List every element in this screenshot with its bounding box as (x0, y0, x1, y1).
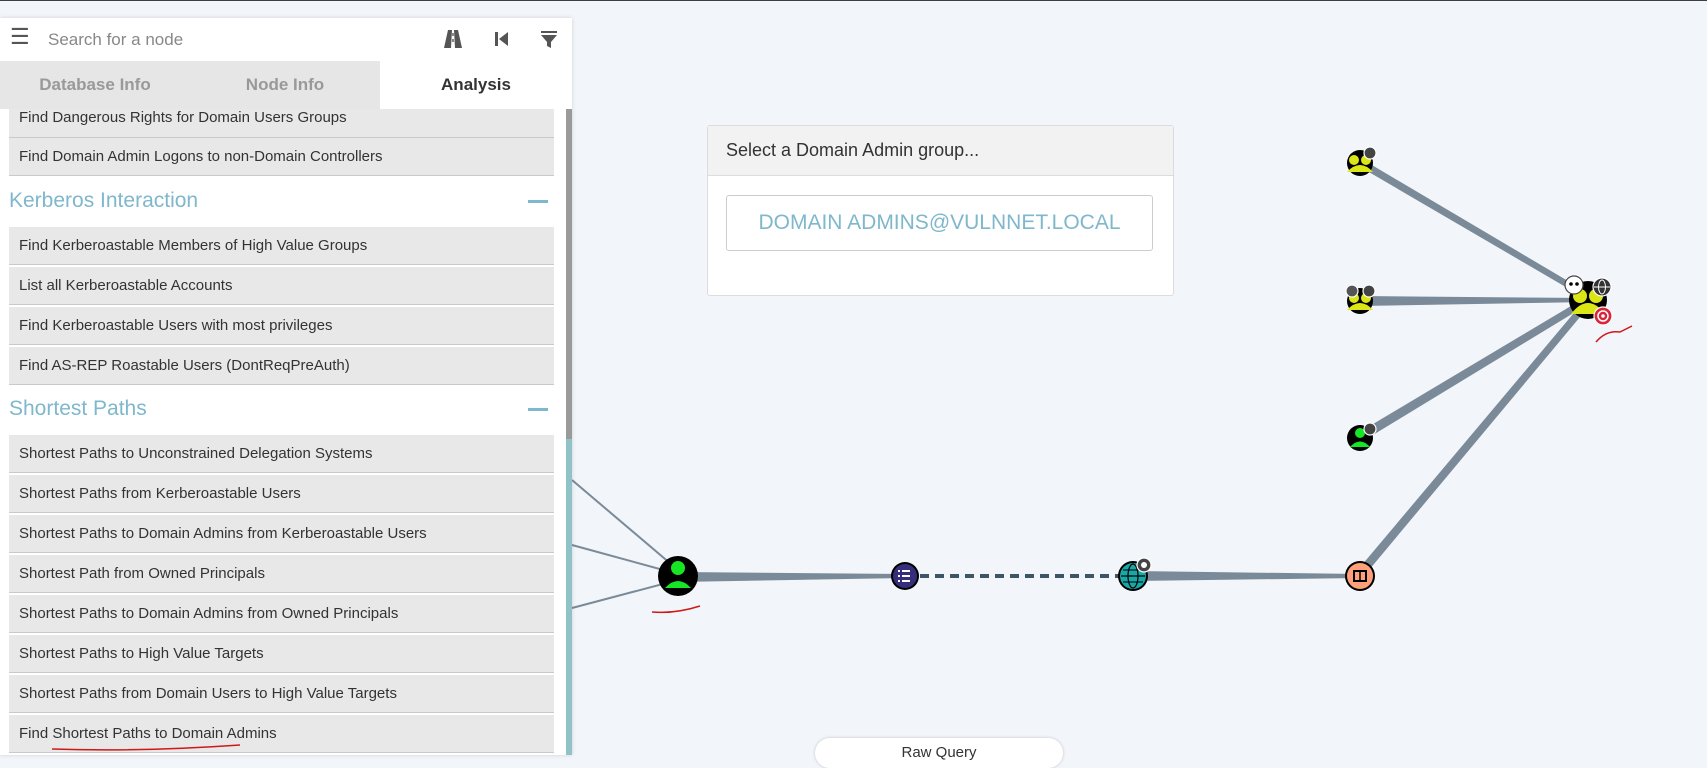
target-annotation-mark (1595, 325, 1633, 343)
selector-title: Select a Domain Admin group... (708, 126, 1173, 176)
query-item[interactable]: Shortest Paths from Kerberoastable Users (9, 475, 554, 513)
back-icon[interactable] (488, 25, 514, 53)
graph-node-group-1[interactable] (1347, 146, 1377, 176)
raw-query-button[interactable]: Raw Query (815, 738, 1063, 768)
search-bar: ☰ (0, 18, 572, 61)
graph-edge-incoming (571, 479, 679, 571)
section-title-shortest-paths[interactable]: Shortest Paths (9, 394, 147, 424)
analysis-query-list: Find Dangerous Rights for Domain Users G… (0, 109, 562, 755)
query-item-dangerous-rights[interactable]: Find Dangerous Rights for Domain Users G… (9, 109, 554, 138)
graph-edge-group2-da (1360, 296, 1588, 306)
owned-annotation-underline (651, 605, 701, 614)
tab-analysis[interactable]: Analysis (380, 61, 572, 109)
scrollbar-thumb[interactable] (566, 109, 572, 439)
search-panel: ☰ Database Info Node Info Analysis Find … (0, 18, 572, 755)
query-item[interactable]: Shortest Path from Owned Principals (9, 555, 554, 593)
graph-node-user[interactable] (658, 556, 698, 596)
graph-node-user-2[interactable] (1347, 422, 1377, 451)
filter-icon[interactable] (536, 25, 562, 53)
hamburger-menu-icon[interactable]: ☰ (10, 26, 30, 48)
query-item[interactable]: Shortest Paths to Domain Admins from Own… (9, 595, 554, 633)
graph-edge-gpo-da (1356, 301, 1590, 576)
domain-admin-group-input[interactable]: DOMAIN ADMINS@VULNNET.LOCAL (726, 195, 1153, 251)
collapse-minus-icon[interactable] (528, 408, 548, 411)
query-item[interactable]: Shortest Paths to Domain Admins from Ker… (9, 515, 554, 553)
query-item[interactable]: Shortest Paths to High Value Targets (9, 635, 554, 673)
domain-admin-selector: Select a Domain Admin group... DOMAIN AD… (707, 125, 1174, 296)
graph-edge-user2-da (1358, 297, 1590, 441)
graph-edge-group1-da (1360, 158, 1590, 300)
panel-tabs: Database Info Node Info Analysis (0, 61, 572, 109)
graph-node-domain[interactable] (1118, 557, 1152, 591)
query-item[interactable]: Find AS-REP Roastable Users (DontReqPreA… (9, 347, 554, 385)
graph-node-ou[interactable] (891, 562, 919, 590)
scrollbar-lower (566, 439, 572, 755)
selection-annotation-underline (51, 744, 241, 751)
pathfinding-road-icon[interactable] (440, 25, 466, 53)
tab-database-info[interactable]: Database Info (0, 61, 190, 109)
graph-node-gpo[interactable] (1345, 561, 1375, 591)
graph-edge-domain-gpo (1133, 571, 1360, 581)
tab-node-info[interactable]: Node Info (190, 61, 380, 109)
query-item-da-logons[interactable]: Find Domain Admin Logons to non-Domain C… (9, 138, 554, 176)
graph-edge-user-ou (678, 572, 905, 582)
query-item[interactable]: Find Kerberoastable Members of High Valu… (9, 227, 554, 265)
graph-node-group-2[interactable] (1345, 284, 1376, 314)
section-title-kerberos[interactable]: Kerberos Interaction (9, 186, 198, 216)
query-item[interactable]: List all Kerberoastable Accounts (9, 267, 554, 305)
query-item[interactable]: Shortest Paths from Domain Users to High… (9, 675, 554, 713)
collapse-minus-icon[interactable] (528, 200, 548, 203)
query-item[interactable]: Shortest Paths to Unconstrained Delegati… (9, 435, 554, 473)
query-item[interactable]: Find Kerberoastable Users with most priv… (9, 307, 554, 345)
node-search-input[interactable] (46, 26, 420, 54)
